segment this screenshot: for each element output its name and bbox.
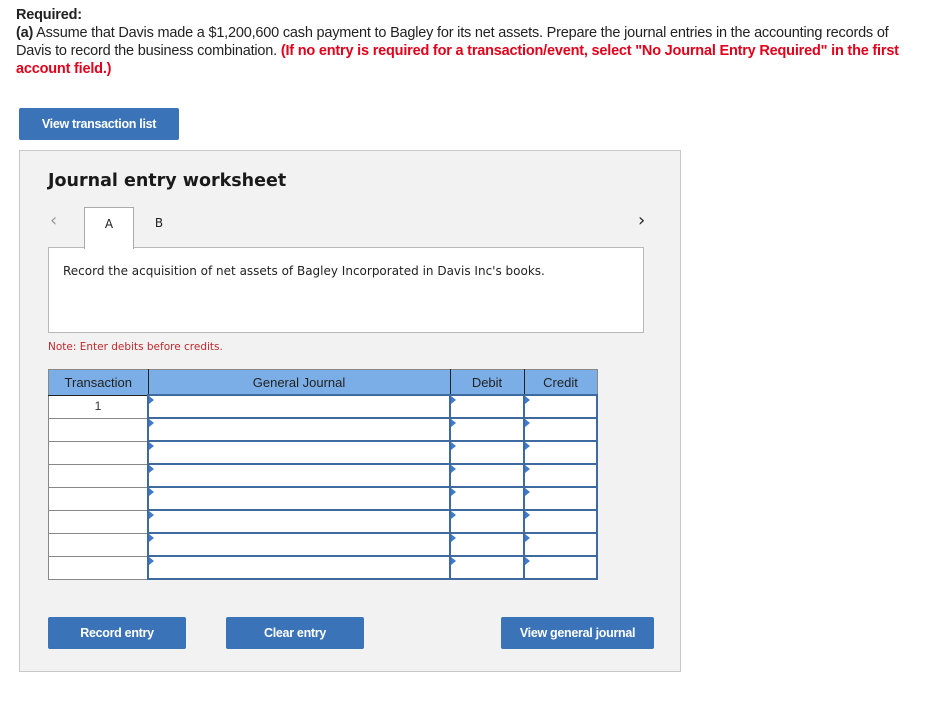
required-text: (a) Assume that Davis made a $1,200,600 … (16, 24, 926, 78)
credit-input[interactable] (523, 486, 598, 511)
table-row (48, 417, 598, 442)
tab-a[interactable]: A (84, 207, 134, 249)
credit-input[interactable] (523, 509, 598, 534)
journal-table-header: Transaction General Journal Debit Credit (48, 369, 598, 396)
debit-input[interactable] (449, 463, 525, 488)
worksheet-title: Journal entry worksheet (48, 171, 287, 191)
journal-entry-worksheet-panel: Journal entry worksheet ‹ › A B Record t… (19, 150, 681, 672)
credit-input[interactable] (523, 440, 598, 465)
transaction-description: Record the acquisition of net assets of … (48, 247, 644, 333)
account-select[interactable] (147, 509, 451, 534)
credit-input[interactable] (523, 532, 598, 557)
header-credit: Credit (523, 369, 598, 396)
chevron-left-icon[interactable]: ‹ (50, 210, 57, 231)
transaction-cell (48, 555, 149, 580)
part-label: (a) (16, 25, 34, 41)
required-title: Required: (16, 7, 82, 23)
credit-input[interactable] (523, 463, 598, 488)
header-debit: Debit (449, 369, 525, 396)
credit-input[interactable] (523, 417, 598, 442)
transaction-cell (48, 532, 149, 557)
header-transaction: Transaction (48, 369, 149, 396)
credit-input[interactable] (523, 555, 598, 580)
transaction-cell (48, 440, 149, 465)
clear-entry-button[interactable]: Clear entry (226, 617, 364, 649)
account-select[interactable] (147, 486, 451, 511)
account-select[interactable] (147, 463, 451, 488)
transaction-cell (48, 417, 149, 442)
debit-input[interactable] (449, 555, 525, 580)
debit-input[interactable] (449, 509, 525, 534)
transaction-cell (48, 486, 149, 511)
account-select[interactable] (147, 555, 451, 580)
debit-input[interactable] (449, 440, 525, 465)
table-row: 1 (48, 394, 598, 419)
account-select[interactable] (147, 532, 451, 557)
transaction-cell (48, 509, 149, 534)
note-text: Note: Enter debits before credits. (48, 341, 223, 353)
table-row (48, 509, 598, 534)
debit-input[interactable] (449, 486, 525, 511)
account-select[interactable] (147, 440, 451, 465)
table-row (48, 463, 598, 488)
table-row (48, 532, 598, 557)
table-row (48, 440, 598, 465)
view-transaction-list-button[interactable]: View transaction list (19, 108, 179, 140)
chevron-right-icon[interactable]: › (638, 210, 645, 231)
transaction-cell: 1 (48, 394, 149, 419)
debit-input[interactable] (449, 532, 525, 557)
record-entry-button[interactable]: Record entry (48, 617, 186, 649)
table-row (48, 486, 598, 511)
account-select[interactable] (147, 394, 451, 419)
account-select[interactable] (147, 417, 451, 442)
required-instructions: Required: (a) Assume that Davis made a $… (16, 6, 926, 78)
tab-b[interactable]: B (134, 207, 184, 249)
debit-input[interactable] (449, 394, 525, 419)
credit-input[interactable] (523, 394, 598, 419)
journal-table: Transaction General Journal Debit Credit… (48, 369, 598, 580)
transaction-cell (48, 463, 149, 488)
header-general-journal: General Journal (147, 369, 451, 396)
table-row (48, 555, 598, 580)
debit-input[interactable] (449, 417, 525, 442)
view-general-journal-button[interactable]: View general journal (501, 617, 654, 649)
